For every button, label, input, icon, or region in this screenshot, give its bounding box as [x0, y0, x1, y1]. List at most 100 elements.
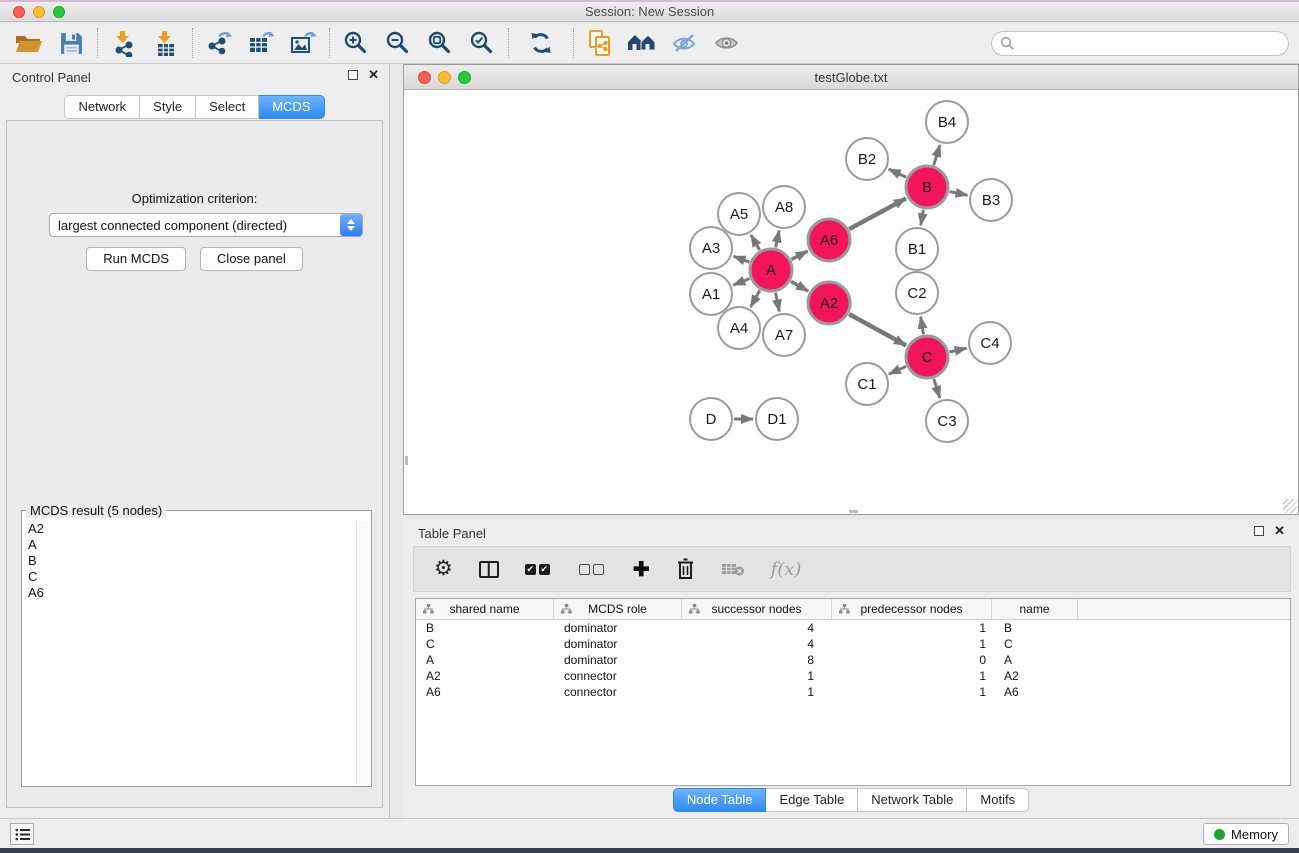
tab-style[interactable]: Style	[140, 95, 196, 119]
copy-network-icon[interactable]	[579, 26, 621, 60]
graph-node-A[interactable]: A	[750, 249, 792, 291]
export-network-icon[interactable]	[198, 26, 240, 60]
graph-edge-A-A8[interactable]	[776, 231, 780, 248]
export-image-icon[interactable]	[282, 26, 324, 60]
show-all-icon[interactable]	[705, 26, 747, 60]
graph-node-A2[interactable]: A2	[808, 282, 850, 324]
graph-node-A4[interactable]: A4	[718, 307, 760, 349]
graph-node-C4[interactable]: C4	[969, 322, 1011, 364]
close-network-window-button[interactable]	[418, 71, 431, 84]
zoom-selected-icon[interactable]	[461, 26, 503, 60]
window-resize-grip[interactable]	[1283, 499, 1297, 513]
zoom-in-icon[interactable]	[335, 26, 377, 60]
graph-edge-B-B1[interactable]	[921, 210, 924, 226]
graph-node-A8[interactable]: A8	[763, 186, 805, 228]
graph-edge-A-A1[interactable]	[733, 279, 749, 286]
graph-node-B3[interactable]: B3	[970, 179, 1012, 221]
export-table-icon[interactable]	[240, 26, 282, 60]
column-header-shared-name[interactable]: shared name	[416, 599, 554, 619]
tab-network-table[interactable]: Network Table	[858, 788, 967, 812]
import-table-icon[interactable]	[145, 26, 187, 60]
graph-node-A5[interactable]: A5	[718, 193, 760, 235]
search-input[interactable]	[1020, 36, 1288, 51]
graph-edge-C-C2[interactable]	[921, 317, 924, 335]
graph-node-B1[interactable]: B1	[896, 228, 938, 270]
tab-network[interactable]: Network	[64, 95, 140, 119]
graph-node-A3[interactable]: A3	[690, 227, 732, 269]
graph-edge-C-C3[interactable]	[934, 379, 940, 398]
task-history-button[interactable]	[10, 823, 34, 845]
graph-edge-C-C4[interactable]	[949, 348, 966, 352]
tab-mcds[interactable]: MCDS	[259, 95, 324, 119]
close-panel-icon[interactable]: ✕	[368, 70, 379, 80]
import-network-icon[interactable]	[103, 26, 145, 60]
graph-edge-B-B2[interactable]	[889, 169, 906, 177]
graph-edge-A-A2[interactable]	[791, 281, 808, 291]
tab-select[interactable]: Select	[196, 95, 259, 119]
result-item-c[interactable]: C	[24, 569, 355, 585]
open-session-icon[interactable]	[8, 26, 50, 60]
zoom-fit-icon[interactable]	[419, 26, 461, 60]
minimize-network-window-button[interactable]	[438, 71, 451, 84]
column-header-predecessor-nodes[interactable]: predecessor nodes	[832, 599, 992, 619]
column-header-mcds-role[interactable]: MCDS role	[554, 599, 682, 619]
column-header-successor-nodes[interactable]: successor nodes	[682, 599, 832, 619]
close-panel-button[interactable]: Close panel	[200, 247, 303, 271]
maximize-window-button[interactable]	[53, 6, 65, 18]
criterion-dropdown[interactable]: largest connected component (directed)	[49, 213, 363, 237]
graph-node-C3[interactable]: C3	[926, 400, 968, 442]
result-item-b[interactable]: B	[24, 553, 355, 569]
graph-node-B4[interactable]: B4	[926, 101, 968, 143]
column-header-name[interactable]: name	[992, 599, 1078, 619]
tab-motifs[interactable]: Motifs	[967, 788, 1029, 812]
graph-node-C1[interactable]: C1	[846, 363, 888, 405]
graph-node-C2[interactable]: C2	[896, 272, 938, 314]
float-panel-icon[interactable]	[348, 70, 358, 80]
result-scrollbar[interactable]	[356, 521, 370, 785]
gear-icon[interactable]: ⚙	[434, 559, 453, 579]
graph-edge-A-A3[interactable]	[734, 256, 750, 262]
graph-edge-C-C1[interactable]	[889, 366, 906, 374]
table-row[interactable]: Bdominator41B	[416, 620, 1290, 636]
search-box[interactable]	[991, 31, 1289, 56]
graph-edge-A6-B[interactable]	[849, 198, 906, 229]
graph-node-A7[interactable]: A7	[763, 314, 805, 356]
table-row[interactable]: A6connector11A6	[416, 684, 1290, 700]
result-item-a2[interactable]: A2	[24, 521, 355, 537]
graph-edge-A-A7[interactable]	[776, 293, 780, 312]
graph-node-B[interactable]: B	[906, 166, 948, 208]
select-all-icon[interactable]: ✔✔	[525, 564, 553, 575]
maximize-network-window-button[interactable]	[458, 71, 471, 84]
tab-node-table[interactable]: Node Table	[673, 788, 767, 812]
network-canvas[interactable]: B4 B2 B B3 A5A8A6 A3 A B1 A1 C2 A2 A4A7 C4 C C1 C3 D D1	[404, 90, 1298, 514]
home-view-icon[interactable]	[621, 26, 663, 60]
delete-column-icon[interactable]	[676, 558, 695, 580]
deselect-all-icon[interactable]	[579, 564, 607, 575]
result-item-a6[interactable]: A6	[24, 585, 355, 601]
graph-node-A1[interactable]: A1	[690, 273, 732, 315]
table-row[interactable]: Adominator80A	[416, 652, 1290, 668]
graph-node-D[interactable]: D	[690, 398, 732, 440]
hide-selected-icon[interactable]	[663, 26, 705, 60]
network-window-titlebar[interactable]: testGlobe.txt	[404, 65, 1298, 90]
graph-node-C[interactable]: C	[906, 336, 948, 378]
run-mcds-button[interactable]: Run MCDS	[86, 247, 186, 271]
graph-edge-B-B4[interactable]	[934, 145, 940, 165]
graph-edge-B-B3[interactable]	[950, 192, 968, 196]
close-table-panel-icon[interactable]: ✕	[1274, 526, 1285, 536]
memory-button[interactable]: Memory	[1203, 823, 1289, 845]
graph-node-D1[interactable]: D1	[756, 398, 798, 440]
result-item-a[interactable]: A	[24, 537, 355, 553]
close-window-button[interactable]	[13, 6, 25, 18]
graph-edge-A-A5[interactable]	[751, 235, 760, 250]
table-row[interactable]: A2connector11A2	[416, 668, 1290, 684]
graph-node-A6[interactable]: A6	[808, 219, 850, 261]
tab-edge-table[interactable]: Edge Table	[766, 788, 858, 812]
graph-node-B2[interactable]: B2	[846, 138, 888, 180]
add-column-icon[interactable]: ✚	[633, 557, 650, 582]
graph-edge-A2-C[interactable]	[849, 314, 906, 345]
graph-edge-A-A4[interactable]	[751, 290, 760, 307]
graph-edge-A-A6[interactable]	[791, 251, 807, 259]
minimize-window-button[interactable]	[33, 6, 45, 18]
zoom-out-icon[interactable]	[377, 26, 419, 60]
